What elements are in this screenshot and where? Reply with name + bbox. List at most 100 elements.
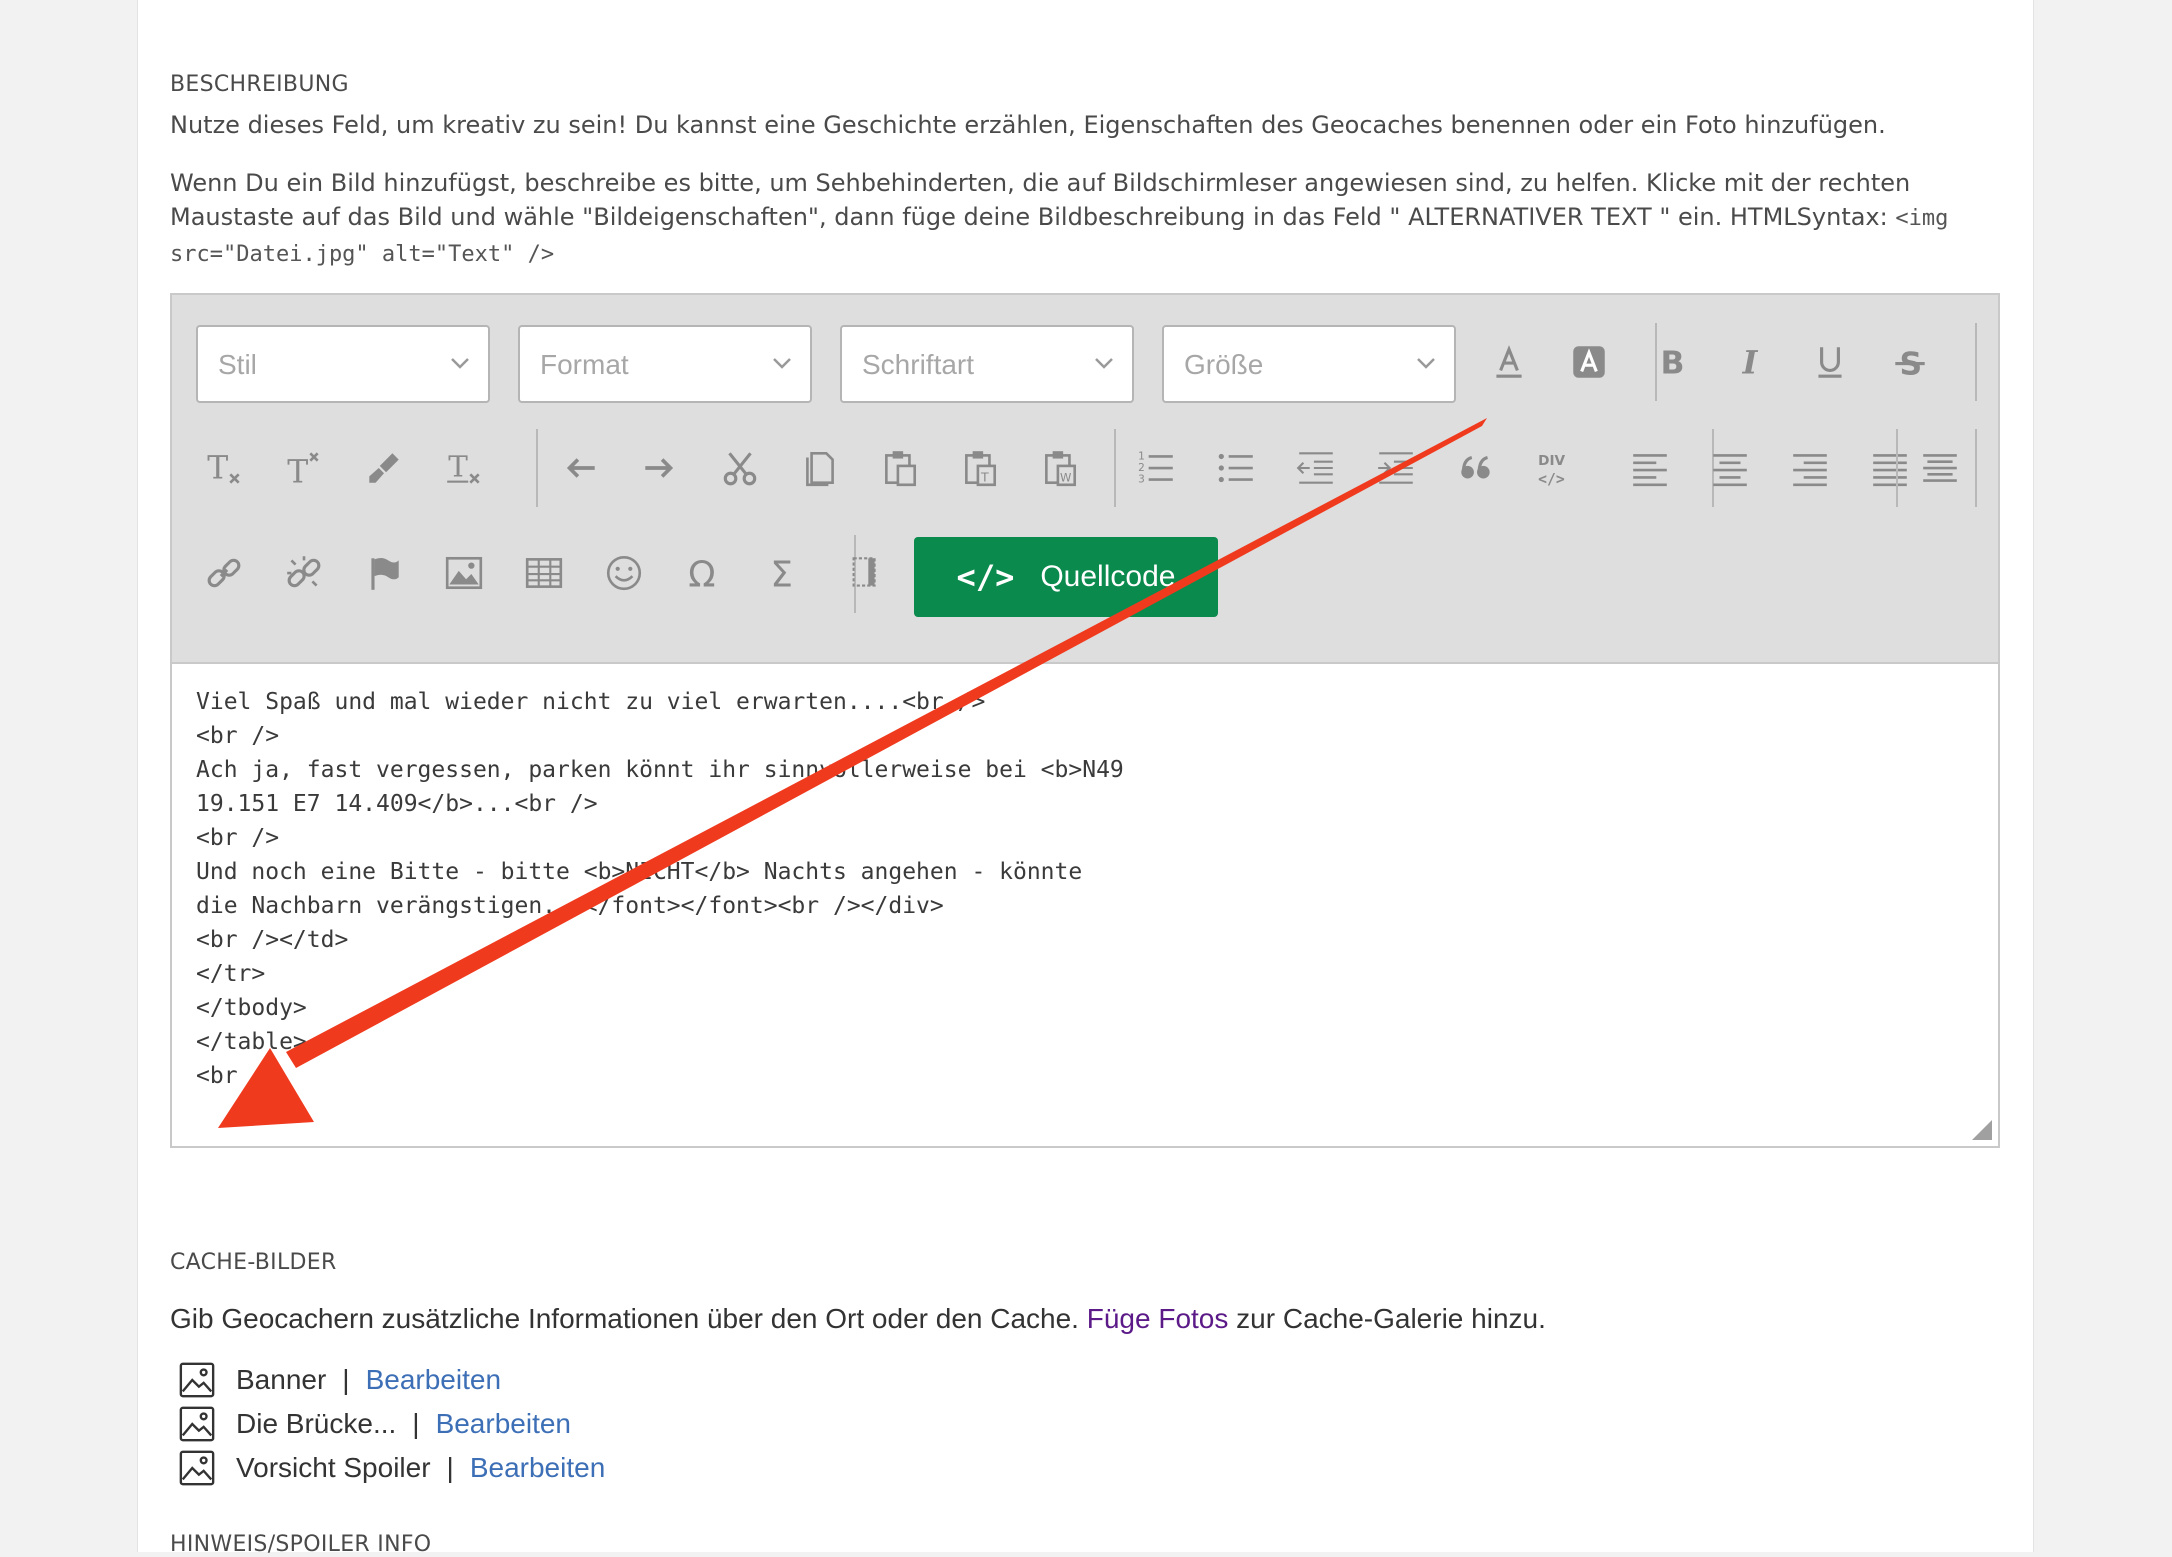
cache-images-text-after: zur Cache-Galerie hinzu. (1228, 1303, 1546, 1334)
svg-text:1: 1 (1138, 451, 1145, 463)
format-select-placeholder: Format (540, 349, 629, 380)
add-photos-link[interactable]: Füge Fotos (1087, 1303, 1229, 1334)
description-intro: Nutze dieses Feld, um kreativ zu sein! D… (170, 111, 1886, 139)
bulleted-list-icon (1218, 453, 1253, 483)
omega-icon: Ω (688, 555, 715, 594)
quote-icon (1461, 455, 1490, 479)
align-center-icon (1713, 454, 1747, 487)
decrease-indent-button[interactable] (1288, 440, 1344, 496)
blockquote-button[interactable] (1448, 440, 1504, 496)
cut-button[interactable] (712, 440, 768, 496)
italic-button[interactable]: I (1722, 334, 1778, 390)
strikethrough-icon: S (1895, 347, 1925, 383)
cache-image-name: Vorsicht Spoiler (236, 1452, 431, 1483)
chevron-down-icon (451, 358, 469, 369)
text-color-icon (1496, 345, 1522, 378)
chevron-down-icon (1095, 358, 1113, 369)
style-select[interactable]: Stil (196, 325, 490, 403)
table-button[interactable] (516, 545, 572, 601)
align-left-button[interactable] (1622, 440, 1678, 496)
toolbar-separator (1975, 429, 1977, 507)
source-code-button[interactable]: </> Quellcode (914, 537, 1218, 617)
image-icon (179, 1406, 215, 1442)
code-line: </tr> (196, 961, 266, 987)
source-code-textarea[interactable]: Viel Spaß und mal wieder nicht zu viel e… (196, 685, 1978, 1126)
paste-text-button[interactable]: T (952, 440, 1008, 496)
align-right-icon (1793, 454, 1827, 487)
cache-image-item: Banner | Bearbeiten (178, 1361, 501, 1399)
text-color-button[interactable] (1481, 334, 1537, 390)
redo-button[interactable] (632, 440, 688, 496)
svg-text:W: W (1060, 471, 1072, 485)
toolbar-separator (1975, 323, 1977, 401)
chevron-down-icon (773, 358, 791, 369)
bold-button[interactable]: B (1642, 334, 1698, 390)
image-icon (179, 1362, 215, 1398)
increase-indent-button[interactable] (1368, 440, 1424, 496)
numbered-list-icon: 123 (1138, 451, 1173, 486)
code-line: 19.151 E7 14.409</b>...<br /> (196, 791, 598, 817)
chevron-down-icon (1417, 358, 1435, 369)
paste-word-button[interactable]: W (1032, 440, 1088, 496)
code-line: <br /> (196, 1063, 280, 1089)
undo-button[interactable] (552, 440, 608, 496)
align-center-button[interactable] (1702, 440, 1758, 496)
source-code-label: Quellcode (1040, 560, 1176, 593)
unlink-button[interactable] (276, 545, 332, 601)
style-select-placeholder: Stil (218, 349, 257, 380)
create-div-button[interactable]: DIV </> (1528, 440, 1584, 496)
cache-image-item: Vorsicht Spoiler | Bearbeiten (178, 1449, 605, 1487)
superscript-icon: T (287, 452, 319, 489)
remove-format-button[interactable]: T (196, 440, 252, 496)
special-char-button[interactable]: Ω (676, 545, 732, 601)
paste-button[interactable] (872, 440, 928, 496)
description-hint-text: Wenn Du ein Bild hinzufügst, beschreibe … (170, 169, 1911, 231)
svg-text:3: 3 (1138, 474, 1145, 486)
code-line: Und noch eine Bitte - bitte <b>NICHT</b>… (196, 859, 1083, 885)
clear-formatting-button[interactable]: T (436, 440, 492, 496)
justify-button[interactable] (1862, 440, 1918, 496)
copy-format-button[interactable] (356, 440, 412, 496)
bidi-button[interactable] (1912, 440, 1968, 496)
edit-image-link[interactable]: Bearbeiten (366, 1364, 501, 1396)
font-select[interactable]: Schriftart (840, 325, 1134, 403)
link-button[interactable] (196, 545, 252, 601)
anchor-button[interactable] (356, 545, 412, 601)
clear-formatting-icon: T (447, 449, 480, 484)
copy-button[interactable] (792, 440, 848, 496)
bulleted-list-button[interactable] (1208, 440, 1264, 496)
svg-text:I: I (1742, 345, 1759, 382)
strikethrough-button[interactable]: S (1882, 334, 1938, 390)
cache-image-item: Die Brücke... | Bearbeiten (178, 1405, 571, 1443)
outdent-icon (1296, 452, 1333, 484)
code-line: Viel Spaß und mal wieder nicht zu viel e… (196, 689, 986, 715)
description-section-label: BESCHREIBUNG (170, 72, 349, 97)
svg-text:T: T (448, 449, 468, 483)
description-hint: Wenn Du ein Bild hinzufügst, beschreibe … (170, 166, 2000, 272)
edit-image-link[interactable]: Bearbeiten (470, 1452, 605, 1484)
align-right-button[interactable] (1782, 440, 1838, 496)
underline-button[interactable] (1802, 334, 1858, 390)
remove-format-icon: T (207, 451, 240, 487)
rich-text-editor: Stil Format Schriftart Größe B I S T T T… (170, 293, 2000, 1148)
show-blocks-icon (852, 557, 876, 587)
numbered-list-button[interactable]: 123 (1128, 440, 1184, 496)
hint-spoiler-section-label: HINWEIS/SPOILER INFO (170, 1532, 432, 1557)
background-color-icon (1573, 346, 1605, 378)
emoji-button[interactable] (596, 545, 652, 601)
scissors-icon (723, 452, 757, 486)
show-blocks-button[interactable] (834, 545, 890, 601)
resize-handle-icon[interactable] (1972, 1120, 1992, 1140)
background-color-button[interactable] (1561, 334, 1617, 390)
edit-image-link[interactable]: Bearbeiten (436, 1408, 571, 1440)
size-select[interactable]: Größe (1162, 325, 1456, 403)
smiley-icon (606, 555, 642, 591)
italic-icon: I (1742, 345, 1759, 382)
code-line: Ach ja, fast vergessen, parken könnt ihr… (196, 757, 1124, 783)
image-button[interactable] (436, 545, 492, 601)
superscript-button[interactable]: T (276, 440, 332, 496)
sigma-icon: Σ (770, 555, 793, 594)
format-select[interactable]: Format (518, 325, 812, 403)
svg-text:B: B (1661, 346, 1685, 382)
math-button[interactable]: Σ (756, 545, 812, 601)
